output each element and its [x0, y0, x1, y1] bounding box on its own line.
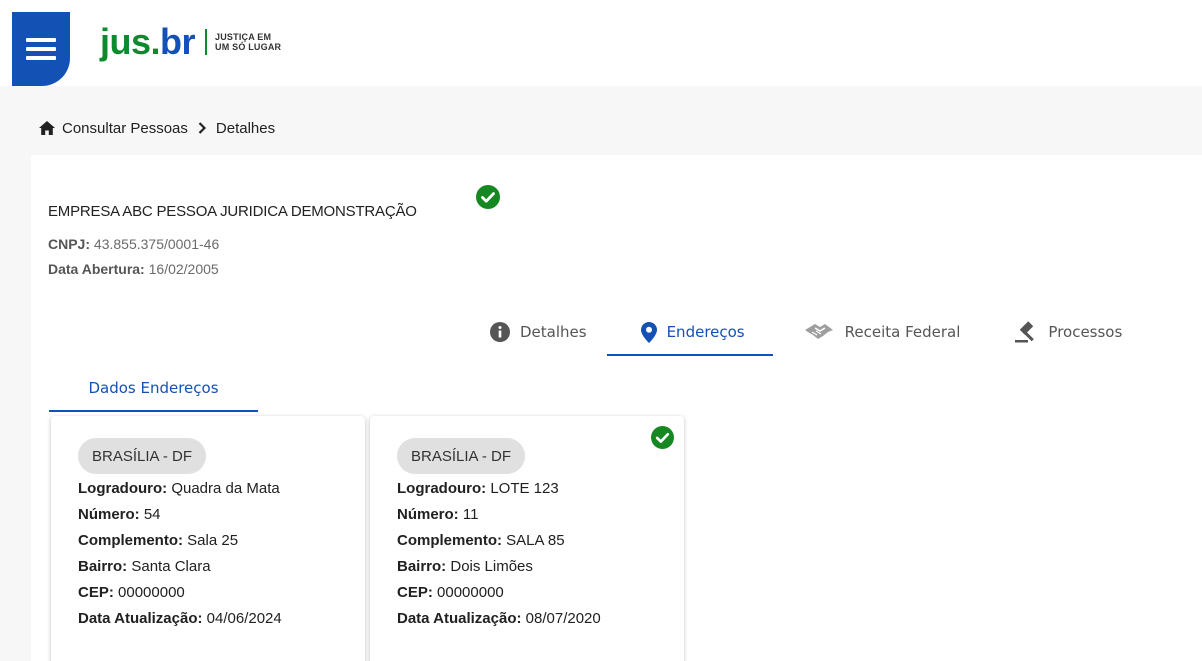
tab-receita-federal[interactable]: Receita Federal	[773, 308, 985, 356]
map-pin-icon	[640, 321, 657, 343]
cnpj-value: 43.855.375/0001-46	[93, 236, 220, 252]
menu-button[interactable]	[12, 12, 70, 86]
tab-processos[interactable]: Processos	[984, 308, 1128, 356]
chevron-right-icon	[198, 122, 206, 134]
logo-tagline: JUSTIÇA EM UM SÓ LUGAR	[215, 32, 282, 52]
field-logradouro: Logradouro: Quadra da Mata	[78, 480, 280, 497]
jus-br-logo[interactable]: jus.br JUSTIÇA EM UM SÓ LUGAR	[100, 22, 281, 62]
logo-divider	[205, 29, 208, 55]
field-complemento: Complemento: Sala 25	[78, 532, 239, 549]
field-bairro: Bairro: Santa Clara	[78, 558, 211, 575]
cnpj-info: CNPJ: 43.855.375/0001-46	[48, 236, 220, 252]
field-cep: CEP: 00000000	[397, 584, 504, 601]
app-header: jus.br JUSTIÇA EM UM SÓ LUGAR	[0, 0, 1202, 86]
address-card: BRASÍLIA - DF Logradouro: Quadra da Mata…	[51, 416, 365, 661]
field-data-atualizacao: Data Atualização: 08/07/2020	[397, 610, 601, 627]
city-chip: BRASÍLIA - DF	[78, 438, 207, 474]
hamburger-icon	[26, 38, 56, 60]
field-numero: Número: 11	[397, 506, 479, 523]
info-circle-icon	[490, 322, 510, 342]
field-cep: CEP: 00000000	[78, 584, 185, 601]
home-icon[interactable]	[38, 120, 56, 136]
city-chip: BRASÍLIA - DF	[397, 438, 526, 474]
field-numero: Número: 54	[78, 506, 161, 523]
tab-detalhes[interactable]: Detalhes	[470, 308, 607, 356]
breadcrumb: Consultar Pessoas Detalhes	[38, 118, 275, 138]
field-bairro: Bairro: Dois Limões	[397, 558, 533, 575]
field-data-atualizacao: Data Atualização: 04/06/2024	[78, 610, 282, 627]
company-name: EMPRESA ABC PESSOA JURIDICA DEMONSTRAÇÃO	[48, 203, 417, 220]
gavel-icon	[1014, 321, 1038, 343]
verified-check-icon	[476, 185, 500, 214]
abertura-value: 16/02/2005	[148, 261, 219, 277]
receita-federal-icon	[803, 323, 835, 341]
address-card: BRASÍLIA - DF Logradouro: LOTE 123 Númer…	[370, 416, 684, 661]
breadcrumb-item-consultar-pessoas[interactable]: Consultar Pessoas	[62, 120, 188, 137]
field-complemento: Complemento: SALA 85	[397, 532, 565, 549]
subtab-dados-enderecos[interactable]: Dados Endereços	[49, 364, 258, 412]
tab-bar: Detalhes Endereços Receita Federal Proce…	[470, 308, 1128, 356]
verified-check-icon	[651, 426, 674, 454]
field-logradouro: Logradouro: LOTE 123	[397, 480, 559, 497]
breadcrumb-item-detalhes: Detalhes	[215, 119, 276, 137]
abertura-info: Data Abertura: 16/02/2005	[48, 261, 219, 277]
tab-enderecos[interactable]: Endereços	[606, 308, 773, 356]
